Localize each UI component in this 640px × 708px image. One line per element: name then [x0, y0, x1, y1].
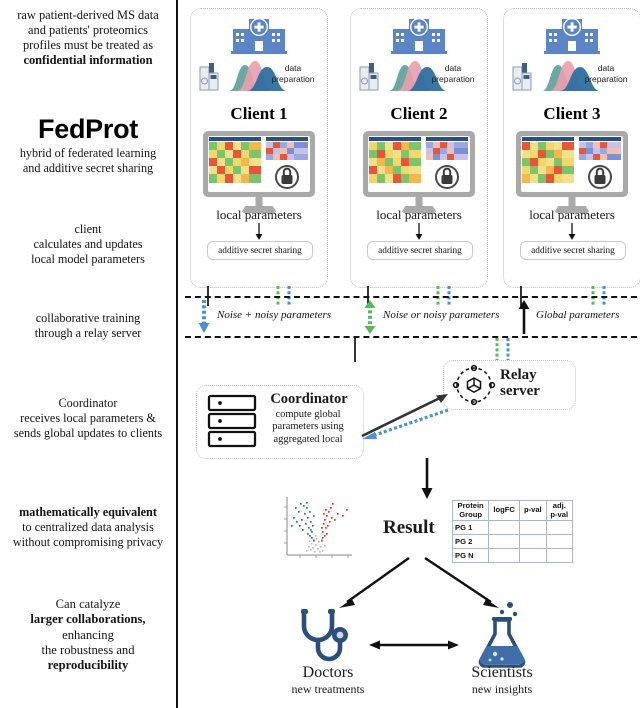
left-annotation-column: raw patient-derived MS data and patients'… [0, 0, 176, 708]
relay-server-title: Relay server [500, 367, 540, 399]
table-cell [519, 548, 547, 563]
heatmap-pair [522, 137, 621, 189]
mass-spectrometer-icon [359, 61, 381, 91]
relay-network-icon [452, 364, 496, 406]
server-stack-icon [207, 394, 257, 448]
noise-updown-arrow [364, 300, 376, 334]
monitor-stand [415, 197, 423, 207]
scientists-subtitle: new insights [471, 682, 533, 696]
lock-icon [588, 165, 612, 189]
legend-global-parameters: Global parameters [536, 309, 620, 321]
legend-noise-noisy: Noise + noisy parameters [217, 309, 332, 321]
data-preparation-row: data preparation [357, 57, 481, 93]
additive-secret-sharing-box: additive secret sharing [207, 241, 313, 260]
note-equivalence: mathematically equivalent to centralized … [12, 505, 164, 549]
client-panel-1: data preparation Client 1 local paramete… [190, 8, 328, 288]
note-hybrid: hybrid of federated learning and additive… [19, 146, 157, 175]
data-preparation-row: data preparation [197, 57, 321, 93]
table-row: PG 2 [451, 534, 574, 549]
table-header-cell: adj. p-val [545, 500, 574, 521]
local-parameters-label: local parameters [529, 207, 615, 222]
table-cell [488, 520, 521, 535]
heatmap-pair [369, 137, 468, 189]
additive-secret-sharing-box: additive secret sharing [520, 241, 626, 260]
additive-secret-sharing-box: additive secret sharing [367, 241, 473, 260]
coordinator-result-arrow [421, 458, 433, 499]
legend-noise-or-noisy: Noise or noisy parameters [383, 309, 500, 321]
local-parameters-label: local parameters [376, 207, 462, 222]
table-header-cell: p-val [519, 500, 547, 521]
doctors-outcome-label: Doctors new treatments [258, 664, 398, 697]
local-params-arrow [255, 223, 263, 240]
hospital-icon [391, 15, 447, 55]
hospital-icon [231, 15, 287, 55]
flask-icon [478, 602, 526, 668]
hospital-icon [544, 15, 600, 55]
table-header-row: Protein Group logFC p-val adj. p-val [451, 500, 574, 521]
stethoscope-icon [301, 609, 348, 662]
data-preparation-label: data preparation [431, 63, 475, 84]
client-name-label: Client 3 [543, 104, 601, 123]
global-params-up-arrow [518, 300, 530, 334]
mass-spectrometer-icon [512, 61, 534, 91]
client-monitor [516, 131, 628, 213]
note-catalyze: Can catalyze larger collaborations, enhanc… [30, 597, 146, 673]
scientists-title: Scientists [471, 664, 533, 681]
table-row: PG 1 [451, 520, 574, 535]
brand-title: FedProt [38, 114, 138, 144]
client-panel-2: data preparation Client 2 local paramete… [350, 8, 488, 288]
relay-uplinks [354, 338, 510, 362]
result-label: Result [383, 517, 435, 538]
client-monitor [363, 131, 475, 213]
coordinator-box: Coordinator compute global parameters usi… [196, 385, 364, 459]
table-cell [519, 534, 547, 549]
volcano-plot [280, 495, 354, 563]
local-parameters-label: local parameters [216, 207, 302, 222]
mass-spectrometer-icon [199, 61, 221, 91]
local-params-arrow [568, 223, 576, 240]
client-name-label: Client 1 [230, 104, 288, 123]
lock-icon [275, 165, 299, 189]
client-panel-3: data preparation Client 3 local paramete… [503, 8, 640, 288]
coordinator-title: Coordinator [270, 391, 348, 407]
flow-band-top-divider [185, 296, 637, 298]
data-preparation-label: data preparation [584, 63, 628, 84]
monitor-stand [255, 197, 263, 207]
local-params-arrow [415, 223, 423, 240]
doctors-scientists-bidirectional-arrow [369, 640, 459, 650]
lock-icon [435, 165, 459, 189]
table-cell [519, 520, 547, 535]
noise-down-arrow [198, 300, 210, 333]
figure-root: raw patient-derived MS data and patients'… [0, 0, 640, 708]
column-divider [176, 0, 178, 708]
table-header-cell: Protein Group [451, 500, 490, 521]
table-cell: PG 1 [451, 520, 490, 535]
note-confidentiality: raw patient-derived MS data and patients'… [17, 8, 159, 68]
coordinator-subtitle: compute global parameters using aggregated… [272, 409, 344, 445]
relay-server-box: Relay server [443, 360, 576, 410]
heatmap-pair [209, 137, 308, 189]
client-name-label: Client 2 [390, 104, 448, 123]
table-cell [545, 534, 574, 549]
table-cell [545, 520, 574, 535]
data-preparation-label: data preparation [271, 63, 315, 84]
client-monitor [203, 131, 315, 213]
doctors-subtitle: new treatments [291, 682, 365, 696]
scientists-outcome-label: Scientists new insights [432, 664, 572, 697]
table-cell [488, 534, 521, 549]
doctors-title: Doctors [302, 664, 354, 681]
note-client-updates: client calculates and updates local model … [31, 222, 145, 266]
note-collaborative-training: collaborative training through a relay se… [34, 311, 142, 340]
protein-results-table: Protein Group logFC p-val adj. p-val PG 1 PG 2… [451, 500, 574, 563]
monitor-stand [568, 197, 576, 207]
note-coordinator: Coordinator receives local parameters & se… [13, 396, 163, 440]
table-cell [545, 548, 574, 563]
data-preparation-row: data preparation [510, 57, 634, 93]
table-header-cell: logFC [488, 500, 521, 521]
coordinator-relay-arrows [361, 394, 449, 439]
table-cell: PG 2 [451, 534, 490, 549]
